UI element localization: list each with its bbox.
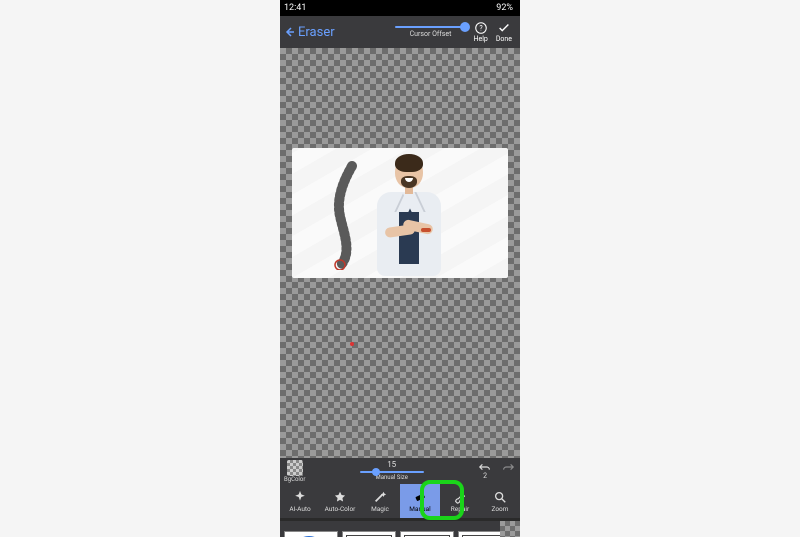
undo-icon — [478, 462, 492, 472]
back-button[interactable]: Eraser — [284, 25, 335, 40]
tool-zoom[interactable]: Zoom — [480, 484, 520, 518]
thumbnail-3[interactable] — [400, 531, 454, 537]
phone-frame: 12:41 92% Eraser Curs — [280, 0, 520, 537]
done-button[interactable]: Done — [496, 21, 512, 43]
cursor-indicator — [350, 342, 354, 346]
redo-icon — [501, 462, 515, 472]
tool-bar: AI-Auto Auto-Color Magic Manual Repair Z… — [280, 484, 520, 518]
erase-stroke — [324, 160, 374, 270]
arrow-left-icon — [284, 26, 296, 38]
checker-icon — [287, 460, 303, 476]
undo-button[interactable]: 2 — [478, 462, 492, 480]
tool-auto-color[interactable]: Auto-Color — [320, 484, 360, 518]
app-bar: Eraser Cursor Offset ? Help Done — [280, 16, 520, 48]
tool-repair[interactable]: Repair — [440, 484, 480, 518]
magnifier-icon — [493, 490, 507, 504]
cursor-offset-control[interactable]: Cursor Offset — [395, 26, 465, 38]
thumbnail-1[interactable] — [284, 531, 338, 537]
cursor-offset-slider[interactable] — [395, 26, 465, 28]
battery-percent: 92% — [496, 3, 513, 13]
status-bar: 12:41 92% — [280, 0, 520, 16]
star-icon — [333, 490, 347, 504]
thumbnail-strip[interactable] — [280, 521, 520, 537]
bgcolor-button[interactable]: BgColor — [284, 460, 305, 483]
photo-layer — [292, 148, 508, 278]
help-icon: ? — [474, 21, 488, 35]
editor-canvas[interactable] — [280, 48, 520, 458]
check-icon — [497, 21, 511, 35]
size-value: 15 — [387, 461, 396, 469]
eraser-icon — [413, 490, 427, 504]
brush-icon — [453, 490, 467, 504]
redo-button[interactable]: Redo — [500, 462, 516, 480]
size-bar: BgColor 15 Manual Size 2 Redo — [280, 458, 520, 484]
svg-text:?: ? — [479, 25, 483, 33]
appbar-title: Eraser — [298, 25, 335, 40]
size-label: Manual Size — [375, 474, 407, 481]
tool-ai-auto[interactable]: AI-Auto — [280, 484, 320, 518]
cursor-offset-label: Cursor Offset — [410, 30, 452, 38]
size-slider[interactable] — [360, 471, 424, 473]
tool-magic[interactable]: Magic — [360, 484, 400, 518]
thumbnail-4[interactable] — [458, 531, 512, 537]
tool-manual[interactable]: Manual — [400, 484, 440, 518]
thumbnail-2[interactable] — [342, 531, 396, 537]
sparkle-icon — [293, 490, 307, 504]
wand-icon — [373, 490, 387, 504]
help-button[interactable]: ? Help — [473, 21, 487, 43]
status-time: 12:41 — [284, 3, 306, 13]
